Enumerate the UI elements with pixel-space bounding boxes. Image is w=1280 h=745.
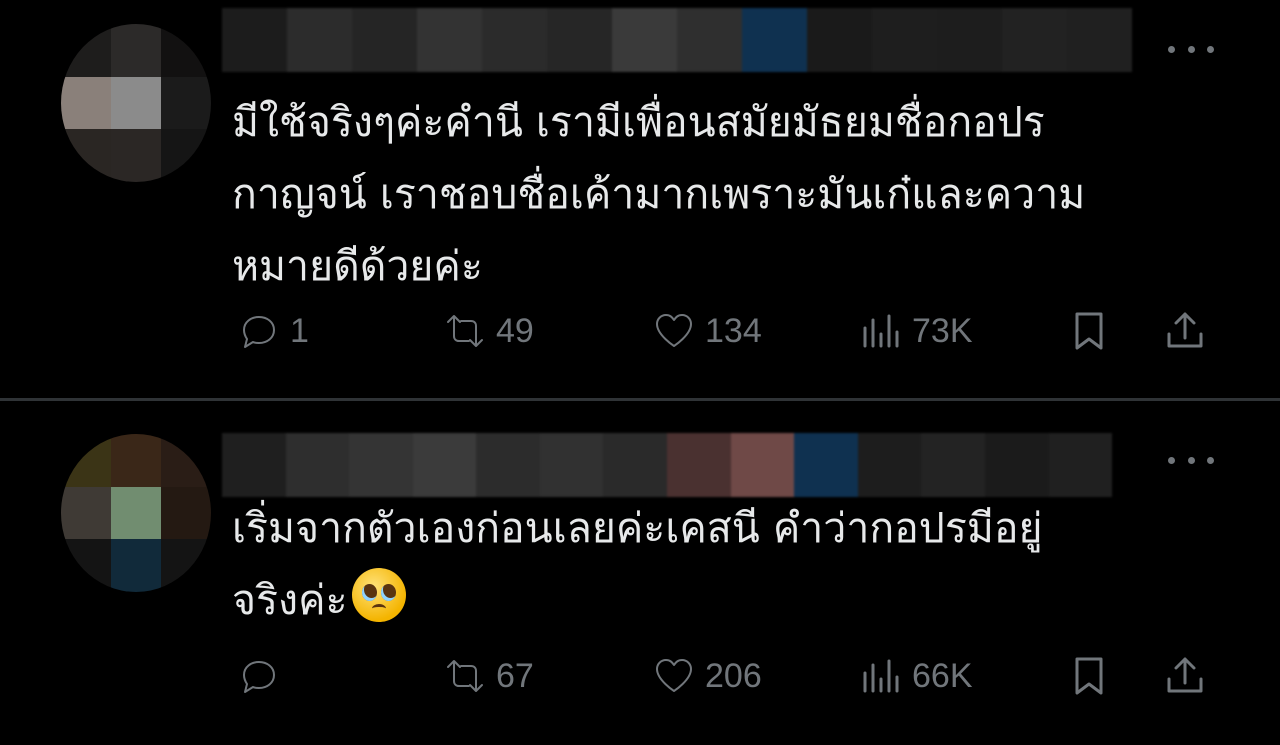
redacted-name-pixel bbox=[612, 8, 677, 72]
like-button[interactable]: 206 bbox=[649, 646, 762, 706]
redacted-name-pixel bbox=[1048, 433, 1113, 497]
avatar-pixel bbox=[111, 24, 161, 77]
avatar-pixel bbox=[61, 24, 111, 77]
redacted-name-pixel bbox=[872, 8, 937, 72]
post-text: เริ่มจากตัวเองก่อนเลยค่ะเคสนี คำว่ากอปรม… bbox=[232, 504, 1043, 624]
avatar-pixel bbox=[161, 24, 211, 77]
redacted-name-pixel bbox=[937, 8, 1002, 72]
redacted-name-pixel bbox=[285, 433, 350, 497]
view-count: 66K bbox=[912, 656, 973, 695]
repost-icon bbox=[447, 315, 483, 347]
share-icon bbox=[1167, 312, 1203, 348]
reply-icon bbox=[243, 661, 275, 693]
heart-icon bbox=[656, 314, 692, 347]
action-bar: 67 206 66K bbox=[232, 646, 1222, 706]
views-button[interactable]: 66K bbox=[856, 646, 973, 706]
view-count: 73K bbox=[912, 311, 973, 350]
reply-icon bbox=[243, 316, 275, 348]
like-count: 134 bbox=[705, 311, 762, 350]
redacted-name-pixel bbox=[667, 433, 731, 497]
avatar-pixel bbox=[161, 539, 211, 592]
redacted-name-pixel bbox=[539, 433, 604, 497]
redacted-name-pixel bbox=[352, 8, 417, 72]
avatar-pixel bbox=[111, 76, 161, 130]
redacted-name-pixel bbox=[222, 433, 286, 497]
avatar-pixel bbox=[61, 76, 111, 130]
post[interactable]: มีใช้จริงๆค่ะคำนี เรามีเพื่อนสมัยมัธยมชื… bbox=[0, 0, 1280, 398]
reply-count: 1 bbox=[290, 311, 309, 350]
avatar-pixel bbox=[111, 486, 161, 540]
repost-icon bbox=[447, 660, 483, 692]
redacted-name-pixel bbox=[482, 8, 547, 72]
redacted-name-pixel bbox=[677, 8, 742, 72]
like-button[interactable]: 134 bbox=[649, 301, 762, 361]
redacted-name-pixel bbox=[1067, 8, 1132, 72]
redacted-name-pixel bbox=[921, 433, 985, 497]
redacted-name-pixel bbox=[857, 433, 922, 497]
like-count: 206 bbox=[705, 656, 762, 695]
more-options-icon[interactable] bbox=[1168, 453, 1214, 467]
redacted-name-pixel bbox=[984, 433, 1049, 497]
repost-button[interactable]: 67 bbox=[440, 646, 534, 706]
redacted-name-pixel bbox=[1002, 8, 1067, 72]
action-bar: 1 49 134 73K bbox=[232, 301, 1222, 361]
avatar-pixel bbox=[161, 76, 211, 130]
redacted-name-pixel bbox=[742, 8, 807, 72]
redacted-name-pixel bbox=[794, 433, 858, 497]
bookmark-button[interactable] bbox=[1064, 301, 1114, 361]
redacted-name-pixel bbox=[807, 8, 872, 72]
avatar-pixel bbox=[111, 129, 161, 182]
redacted-name-pixel bbox=[349, 433, 413, 497]
bookmark-icon bbox=[1075, 312, 1103, 350]
avatar-pixel bbox=[61, 486, 111, 540]
redacted-name-pixel bbox=[603, 433, 668, 497]
share-button[interactable] bbox=[1160, 301, 1210, 361]
post-text: มีใช้จริงๆค่ะคำนี เรามีเพื่อนสมัยมัธยมชื… bbox=[232, 98, 1086, 290]
author-name-redacted[interactable] bbox=[222, 433, 1113, 497]
heart-icon bbox=[656, 659, 692, 692]
avatar-pixel bbox=[61, 129, 111, 182]
bookmark-button[interactable] bbox=[1064, 646, 1114, 706]
redacted-name-pixel bbox=[476, 433, 540, 497]
avatar-pixel bbox=[111, 539, 161, 592]
redacted-name-pixel bbox=[287, 8, 352, 72]
repost-count: 49 bbox=[496, 311, 534, 350]
redacted-name-pixel bbox=[417, 8, 482, 72]
repost-count: 67 bbox=[496, 656, 534, 695]
redacted-name-pixel bbox=[222, 8, 287, 72]
share-icon bbox=[1167, 657, 1203, 693]
avatar-pixel bbox=[161, 434, 211, 487]
avatar-pixel bbox=[61, 434, 111, 487]
views-button[interactable]: 73K bbox=[856, 301, 973, 361]
reply-button[interactable]: 1 bbox=[234, 301, 309, 361]
repost-button[interactable]: 49 bbox=[440, 301, 534, 361]
avatar-pixel bbox=[111, 434, 161, 487]
pleading-face-emoji bbox=[351, 568, 406, 622]
more-options-icon[interactable] bbox=[1168, 42, 1214, 56]
avatar-pixel bbox=[161, 129, 211, 182]
author-name-redacted[interactable] bbox=[222, 8, 1132, 72]
post[interactable]: เริ่มจากตัวเองก่อนเลยค่ะเคสนี คำว่ากอปรม… bbox=[0, 401, 1280, 745]
reply-button[interactable] bbox=[234, 646, 290, 706]
views-chart-icon bbox=[863, 659, 899, 693]
redacted-name-pixel bbox=[730, 433, 795, 497]
avatar[interactable] bbox=[61, 24, 211, 182]
views-chart-icon bbox=[863, 314, 899, 348]
bookmark-icon bbox=[1075, 657, 1103, 695]
avatar-pixel bbox=[161, 486, 211, 540]
redacted-name-pixel bbox=[412, 433, 477, 497]
share-button[interactable] bbox=[1160, 646, 1210, 706]
avatar-pixel bbox=[61, 539, 111, 592]
redacted-name-pixel bbox=[547, 8, 612, 72]
avatar[interactable] bbox=[61, 434, 211, 592]
